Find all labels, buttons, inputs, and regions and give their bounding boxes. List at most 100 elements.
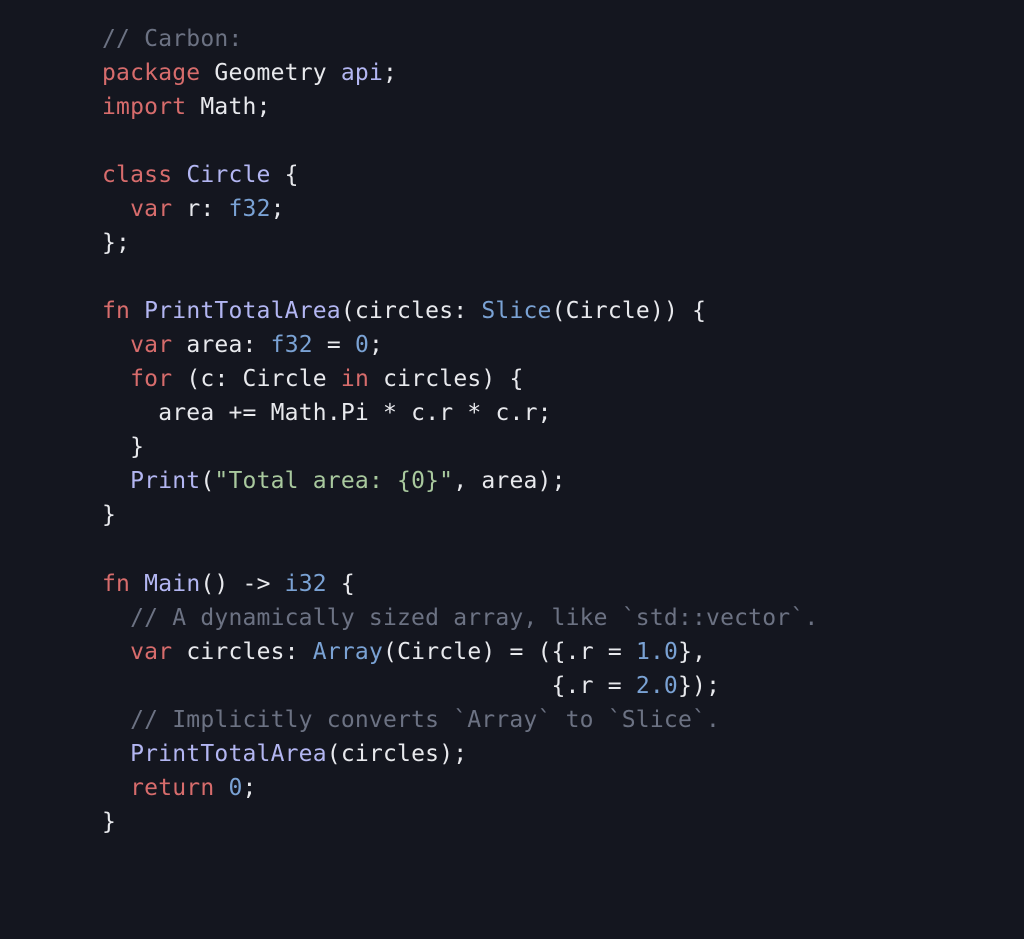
code-token <box>172 162 186 188</box>
code-token: c <box>495 400 509 426</box>
code-token <box>102 605 130 631</box>
code-token <box>102 775 130 801</box>
code-token: import <box>102 94 186 120</box>
code-token: } <box>102 809 116 835</box>
code-token <box>102 366 130 392</box>
code-token: ( <box>341 298 355 324</box>
code-token: } <box>102 502 116 528</box>
code-token: c <box>200 366 214 392</box>
code-token: : <box>453 298 481 324</box>
code-token: in <box>341 366 369 392</box>
code-token: += <box>214 400 270 426</box>
code-token: } <box>102 434 144 460</box>
code-token: r <box>186 196 200 222</box>
code-token: f32 <box>271 332 313 358</box>
code-token: ( <box>200 468 214 494</box>
code-token: }; <box>102 230 130 256</box>
code-token <box>369 366 383 392</box>
code-token: Geometry <box>214 60 326 86</box>
code-token: area <box>481 468 537 494</box>
code-block: // Carbon: package Geometry api; import … <box>0 0 1024 839</box>
code-token: circles <box>186 639 284 665</box>
code-token <box>172 332 186 358</box>
code-token: : <box>285 639 313 665</box>
code-token: 2.0 <box>636 673 678 699</box>
code-token <box>130 298 144 324</box>
code-token: circles <box>383 366 481 392</box>
code-token: = <box>313 332 355 358</box>
code-token <box>214 775 228 801</box>
code-token: ) { <box>481 366 523 392</box>
code-token: // Carbon: <box>102 26 242 52</box>
code-token: Print <box>130 468 200 494</box>
code-token <box>102 468 130 494</box>
code-token: r <box>524 400 538 426</box>
code-token: class <box>102 162 172 188</box>
code-token: () -> <box>200 571 284 597</box>
code-token: Circle <box>243 366 327 392</box>
code-token: ( <box>552 298 566 324</box>
code-token: Circle <box>186 162 270 188</box>
code-token: var <box>130 196 172 222</box>
code-token: 0 <box>228 775 242 801</box>
code-token: . <box>425 400 439 426</box>
code-token: { <box>271 162 299 188</box>
code-token: r <box>580 639 594 665</box>
code-token: r <box>580 673 594 699</box>
code-token <box>186 94 200 120</box>
code-token: api <box>341 60 383 86</box>
code-token <box>200 60 214 86</box>
code-token: }, <box>678 639 706 665</box>
code-token: // Implicitly converts `Array` to `Slice… <box>130 707 720 733</box>
code-token: circles <box>341 741 439 767</box>
code-token: Circle <box>397 639 481 665</box>
code-token: : <box>214 366 242 392</box>
code-token: * <box>453 400 495 426</box>
code-token: Math <box>271 400 327 426</box>
code-token: 1.0 <box>636 639 678 665</box>
code-token: Array <box>313 639 383 665</box>
code-token: ) = ({. <box>481 639 579 665</box>
code-token: ( <box>383 639 397 665</box>
code-token: }); <box>678 673 720 699</box>
code-token: ); <box>439 741 467 767</box>
code-token: Slice <box>481 298 551 324</box>
code-token: package <box>102 60 200 86</box>
code-token: // A dynamically sized array, like `std:… <box>130 605 818 631</box>
code-token: for <box>130 366 172 392</box>
code-token <box>102 400 158 426</box>
code-token: var <box>130 639 172 665</box>
code-token <box>172 196 186 222</box>
code-token <box>130 571 144 597</box>
code-token <box>327 366 341 392</box>
code-token: . <box>327 400 341 426</box>
code-token: ; <box>538 400 552 426</box>
code-token: r <box>439 400 453 426</box>
code-token: f32 <box>229 196 271 222</box>
code-token: ( <box>327 741 341 767</box>
code-token <box>102 707 130 733</box>
code-token: ; <box>369 332 383 358</box>
code-token <box>102 639 130 665</box>
code-token: ; <box>383 60 397 86</box>
code-token: i32 <box>285 571 327 597</box>
code-token: area <box>186 332 242 358</box>
code-token: . <box>510 400 524 426</box>
code-token: Main <box>144 571 200 597</box>
code-token: , <box>453 468 481 494</box>
code-token: fn <box>102 571 130 597</box>
code-token: ; <box>243 775 257 801</box>
code-token: circles <box>355 298 453 324</box>
code-token: PrintTotalArea <box>130 741 327 767</box>
code-token <box>327 60 341 86</box>
code-token: = <box>594 673 636 699</box>
code-token: "Total area: {0}" <box>214 468 453 494</box>
code-token: PrintTotalArea <box>144 298 341 324</box>
code-token: return <box>130 775 214 801</box>
code-token: { <box>327 571 355 597</box>
code-token: : <box>200 196 228 222</box>
code-token: )) { <box>650 298 706 324</box>
code-token <box>172 639 186 665</box>
code-token: * <box>369 400 411 426</box>
code-token: Circle <box>566 298 650 324</box>
